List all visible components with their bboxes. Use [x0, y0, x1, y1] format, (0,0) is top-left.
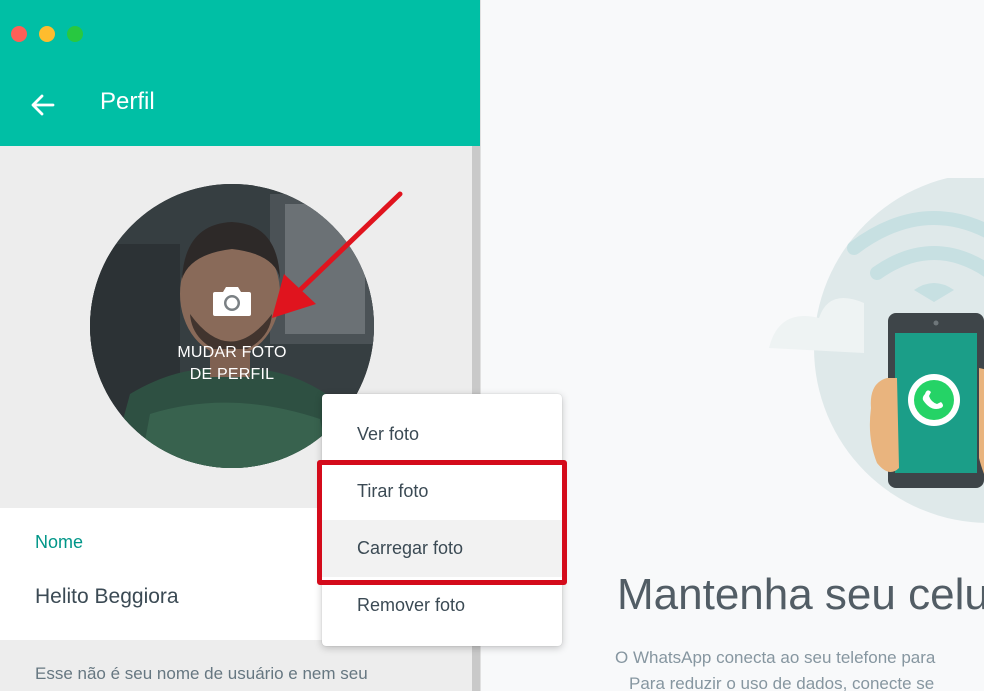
arrow-left-icon[interactable] [28, 90, 58, 120]
phone-connection-illustration [769, 178, 984, 523]
change-photo-label: MUDAR FOTO DE PERFIL [90, 342, 374, 386]
menu-item-take-photo[interactable]: Tirar foto [322, 463, 562, 520]
change-photo-line2: DE PERFIL [189, 366, 275, 383]
intro-description-line1: O WhatsApp conecta ao seu telefone para [615, 648, 936, 667]
window-maximize-button[interactable] [67, 26, 83, 42]
photo-context-menu: Ver foto Tirar foto Carregar foto Remove… [322, 394, 562, 646]
profile-header: Perfil [0, 0, 480, 146]
window-close-button[interactable] [11, 26, 27, 42]
name-field[interactable]: Helito Beggiora [35, 585, 179, 609]
page-title: Perfil [100, 88, 155, 115]
name-label: Nome [35, 532, 84, 552]
menu-item-view-photo[interactable]: Ver foto [322, 406, 562, 463]
camera-icon [211, 284, 253, 318]
window-minimize-button[interactable] [39, 26, 55, 42]
menu-item-remove-photo[interactable]: Remover foto [322, 577, 562, 634]
menu-item-upload-photo[interactable]: Carregar foto [322, 520, 562, 577]
name-hint-text: Esse não é seu nome de usuário e nem seu [35, 664, 368, 683]
intro-description-line2: Para reduzir o uso de dados, conecte se [629, 674, 935, 691]
intro-headline: Mantenha seu celu [617, 570, 984, 619]
change-photo-line1: MUDAR FOTO [177, 344, 287, 361]
